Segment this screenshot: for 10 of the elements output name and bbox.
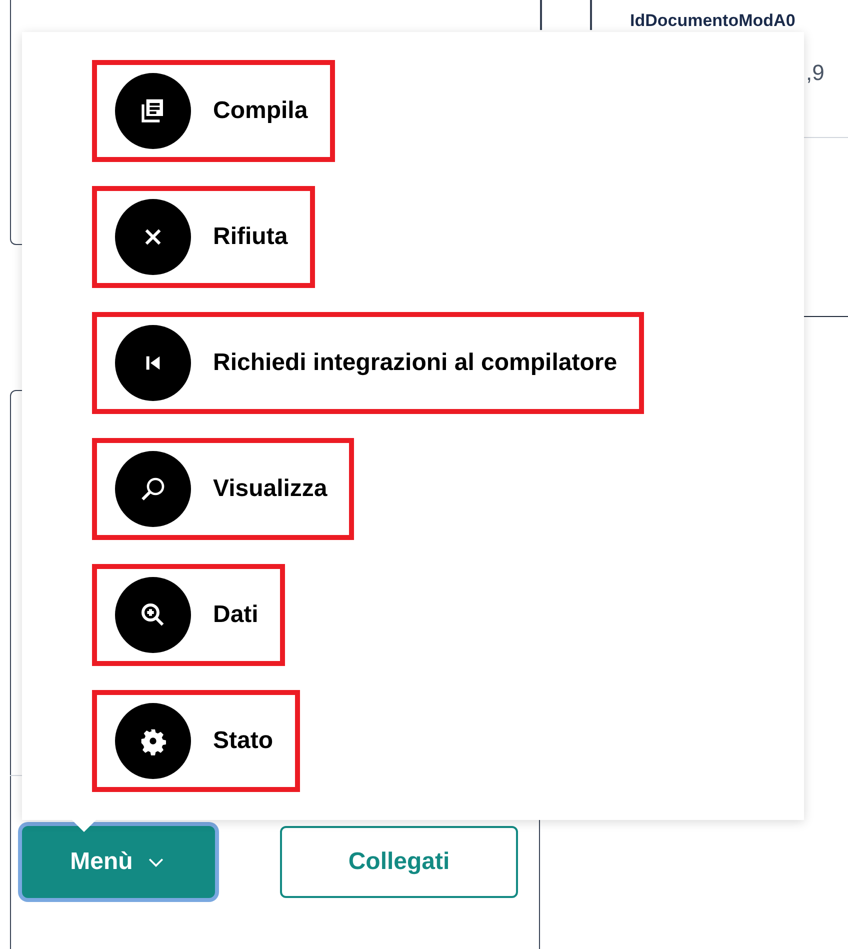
- collegati-button[interactable]: Collegati: [280, 826, 518, 898]
- table-cell-text: ,9: [806, 59, 824, 87]
- menu-item[interactable]: Richiedi integrazioni al compilatore: [92, 312, 644, 414]
- menu-item[interactable]: Visualizza: [92, 438, 354, 540]
- menu-item[interactable]: Compila: [92, 60, 335, 162]
- menu-item[interactable]: Rifiuta: [92, 186, 315, 288]
- column-header: IdDocumentoModA0: [630, 10, 796, 32]
- menu-item[interactable]: Stato: [92, 690, 300, 792]
- menu-item[interactable]: Dati: [92, 564, 286, 666]
- menu-button[interactable]: Menù: [22, 826, 215, 898]
